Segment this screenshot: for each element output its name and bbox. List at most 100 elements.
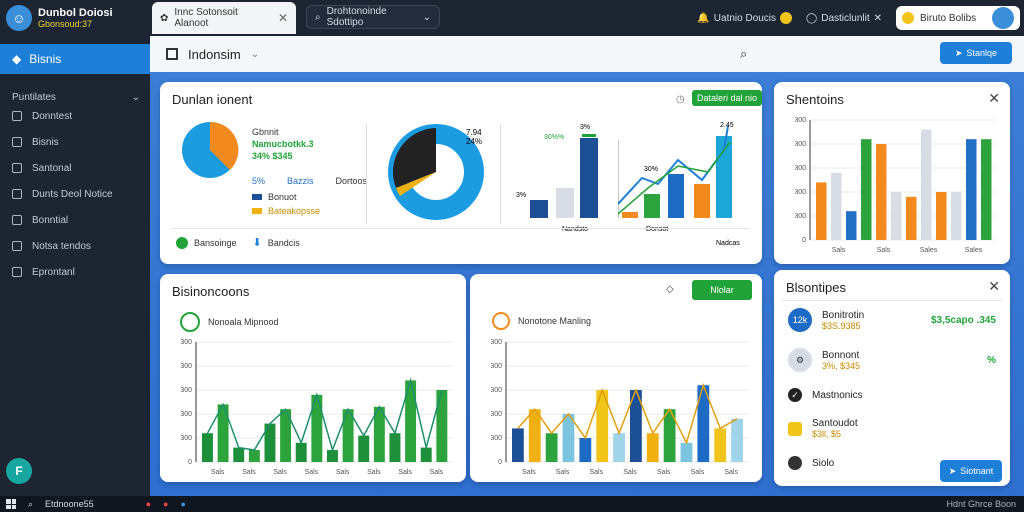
bar-label: 30% bbox=[644, 166, 659, 173]
pie-series1: Bazzis bbox=[287, 176, 314, 186]
app-icon[interactable]: ● bbox=[146, 499, 151, 509]
brand-title: Dunbol Doiosi bbox=[38, 7, 113, 19]
close-icon[interactable]: ✕ bbox=[988, 90, 1000, 107]
list-item[interactable]: ⚙ Bonnont 3%, $345% bbox=[788, 348, 996, 372]
x-tick-label: Sals bbox=[398, 469, 412, 476]
close-icon[interactable]: ✕ bbox=[874, 13, 882, 24]
details-button[interactable]: Dataleri dal nio bbox=[692, 90, 762, 106]
footer-label: Bandcis bbox=[267, 237, 300, 248]
chart-bar bbox=[891, 192, 902, 240]
brand-subtitle: Gbonsoud:37 bbox=[38, 19, 93, 29]
bar bbox=[644, 194, 660, 218]
bottom-mid-card: ◇ Nlolar Nonotone Manling 300 300 300 300 30… bbox=[470, 274, 762, 482]
list-item-sub: $3ll, $5 bbox=[812, 429, 842, 439]
bottom-left-card: Bisinoncoons Nonoala Mipnood 300 300 300 30… bbox=[160, 274, 466, 482]
footer-item[interactable]: Bansoinge bbox=[176, 236, 237, 249]
header-action-button[interactable]: ➤ Stanlqe bbox=[940, 42, 1012, 64]
clock-icon: ◷ bbox=[676, 94, 685, 105]
app-icon[interactable]: ● bbox=[180, 499, 185, 509]
pie-legend-row: 5% Bazzis Dortoos bbox=[252, 176, 367, 186]
x-tick-label: Sales bbox=[965, 247, 983, 254]
card-title: Bisinoncoons bbox=[172, 284, 250, 299]
chart-bar bbox=[816, 182, 827, 240]
y-tick-label: 0 bbox=[188, 459, 192, 466]
help-button[interactable]: F bbox=[6, 458, 32, 484]
close-icon[interactable]: ✕ bbox=[988, 278, 1000, 295]
user-menu[interactable]: Biruto Bolibs bbox=[896, 6, 1020, 30]
sidebar-item[interactable]: Eprontanl bbox=[0, 259, 150, 285]
x-tick-label: Sals bbox=[273, 469, 287, 476]
page-title: Indonsim bbox=[188, 46, 241, 62]
list-icon bbox=[12, 215, 22, 225]
chart-bar bbox=[562, 414, 575, 462]
list-item-title: Siolo bbox=[812, 457, 835, 469]
search-icon[interactable]: ⌕ bbox=[740, 46, 747, 62]
y-tick-label: 300 bbox=[490, 435, 502, 442]
browser-tab[interactable]: ✿ Innc Sotonsoit Alanoot ✕ bbox=[152, 2, 296, 34]
sidebar-item-label: Donntest bbox=[32, 110, 73, 122]
list-item-value: $3,5capo .345 bbox=[930, 314, 996, 326]
chart-bar bbox=[512, 428, 524, 462]
sidebar-item-label: Bonntial bbox=[32, 214, 69, 226]
list-item-sub: $3S.9385 bbox=[822, 320, 861, 331]
notifications-item[interactable]: 🔔 Uatnio Doucis bbox=[697, 12, 793, 24]
y-tick-label: 300 bbox=[180, 387, 192, 394]
status-item[interactable]: ◯ Dasticlunlit ✕ bbox=[806, 13, 882, 24]
list-item[interactable]: 12k Bonitrotin $3S.9385 $3,5capo .345 bbox=[788, 308, 996, 332]
tab-title: Innc Sotonsoit Alanoot bbox=[174, 7, 238, 29]
avatar[interactable]: ☺ bbox=[6, 5, 32, 31]
x-tick-label: Sals bbox=[724, 469, 738, 476]
pie-legend-value: Namucbotkk.3 bbox=[252, 139, 314, 149]
sidebar-item[interactable]: Donntest bbox=[0, 103, 150, 129]
taskbar-search-text[interactable]: Etdnoone55 bbox=[45, 499, 94, 509]
sidebar-item[interactable]: Notsa tendos bbox=[0, 233, 150, 259]
list-item-sub: 3%, $345 bbox=[822, 360, 861, 371]
bar-chart-bottom-left: 300 300 300 300 300 0 Sals Sals Sals Sals Sals Sals… bbox=[180, 339, 452, 476]
bar-label: 3% bbox=[516, 192, 527, 199]
footer-item[interactable]: ⬇ Bandcis bbox=[253, 236, 300, 249]
x-tick-label: Sals bbox=[556, 469, 570, 476]
y-tick-label: 300 bbox=[794, 141, 806, 148]
sidebar-section[interactable]: Puntilates ⌄ bbox=[0, 92, 150, 103]
address-search-input[interactable]: ⌕ Drohtonoinde Sdottipo ⌄ bbox=[306, 5, 440, 29]
sidebar-item[interactable]: Dunts Deol Notice bbox=[0, 181, 150, 207]
pie-percent: 5% bbox=[252, 176, 266, 186]
chart-bar bbox=[579, 438, 592, 462]
coin-icon bbox=[902, 12, 914, 24]
app-icon[interactable]: ● bbox=[163, 499, 168, 509]
list-item-title: Santoudot bbox=[812, 418, 858, 429]
bottom-action-button[interactable]: ➤ Siotnant bbox=[940, 460, 1002, 482]
pie-legend: Gbnnit Namucbotkk.3 34% $345 bbox=[252, 126, 314, 162]
close-icon[interactable]: ✕ bbox=[278, 11, 288, 25]
chart-icon bbox=[12, 163, 22, 173]
diamond-icon: ◆ bbox=[12, 52, 22, 66]
windows-start-icon[interactable] bbox=[6, 499, 16, 509]
x-tick-label: Sals bbox=[367, 469, 381, 476]
bar bbox=[580, 138, 598, 218]
sidebar-item-active[interactable]: ◆ Bisnis bbox=[0, 44, 150, 74]
chart-header: Nonoala Mipnood bbox=[180, 312, 279, 332]
card-title: Dunlan ionent bbox=[172, 92, 253, 107]
search-icon[interactable]: ⌕ bbox=[28, 499, 33, 510]
chevron-down-icon[interactable]: ⌄ bbox=[251, 49, 259, 60]
chart-bar bbox=[981, 139, 992, 240]
y-tick-label: 300 bbox=[180, 435, 192, 442]
list-item-text: Santoudot $3ll, $5 bbox=[812, 418, 858, 439]
page-header: Indonsim ⌄ ⌕ ➤ Stanlqe bbox=[150, 36, 1024, 72]
list-item[interactable]: ✓ Mastnonics bbox=[788, 388, 996, 402]
chart-bar bbox=[358, 435, 370, 462]
sidebar-item[interactable]: Bisnis bbox=[0, 129, 150, 155]
list-item-text: Mastnonics bbox=[812, 390, 863, 401]
overview-card: Dunlan ionent ◷ Dataleri dal nio Gbnnit … bbox=[160, 82, 762, 264]
legend-row: Bateakopsse bbox=[252, 204, 320, 218]
leaf-icon bbox=[180, 312, 200, 332]
chart-action-button[interactable]: Nlolar bbox=[692, 280, 752, 300]
chart-bar bbox=[528, 409, 541, 462]
sidebar-item[interactable]: Bonntial bbox=[0, 207, 150, 233]
briefcase-icon bbox=[12, 111, 22, 121]
sidebar-item[interactable]: Santonal bbox=[0, 155, 150, 181]
list-item[interactable]: Santoudot $3ll, $5 bbox=[788, 418, 996, 439]
system-tray[interactable]: Hdnt Ghrce Boon bbox=[946, 499, 1024, 509]
topbar-right: 🔔 Uatnio Doucis ◯ Dasticlunlit ✕ Biruto … bbox=[697, 0, 1024, 36]
chart-bar bbox=[248, 450, 260, 462]
